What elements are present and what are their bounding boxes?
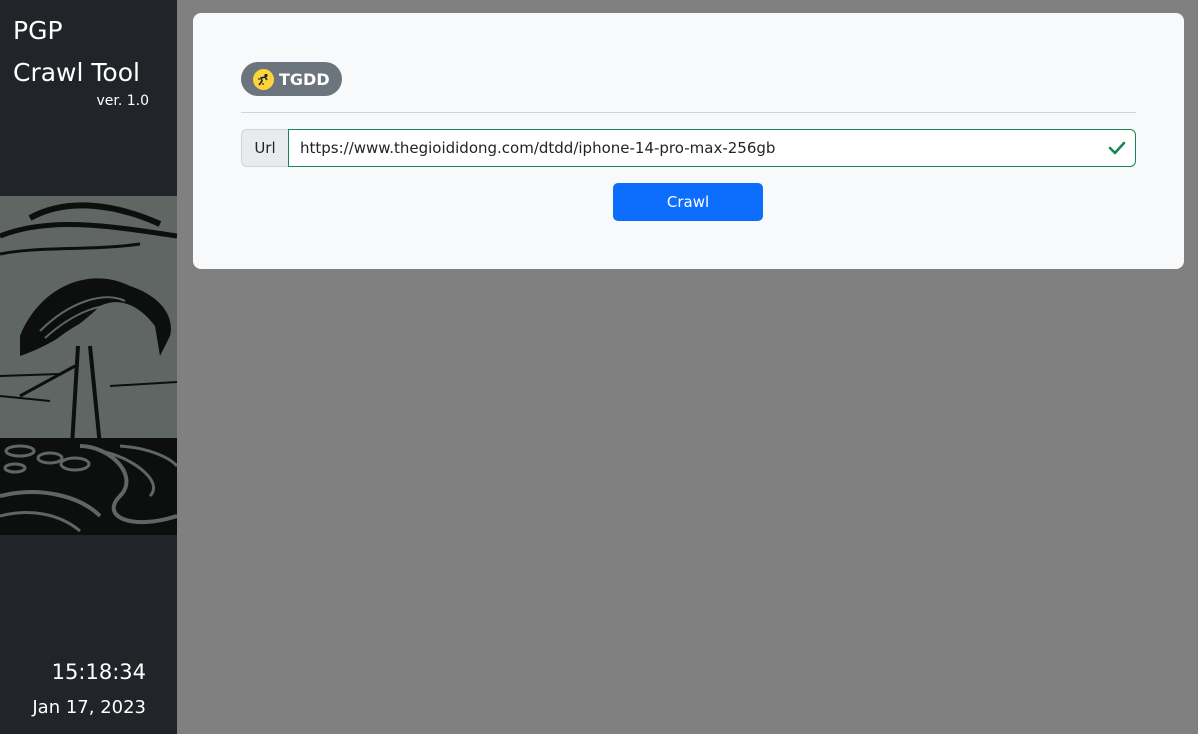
- divider: [241, 112, 1136, 113]
- clock-time: 15:18:34: [51, 660, 146, 684]
- sidebar: PGP Crawl Tool ver. 1.0 15:18:34 Jan 17,…: [0, 0, 177, 734]
- crawl-card: TGDD Url Crawl: [193, 13, 1184, 269]
- app-title: PGP Crawl Tool: [13, 16, 140, 87]
- url-input[interactable]: [288, 129, 1136, 167]
- url-prefix-label: Url: [241, 129, 288, 167]
- url-input-group: Url: [241, 129, 1136, 167]
- tgdd-logo-icon: [253, 68, 274, 90]
- heron-artwork-image: [0, 196, 177, 535]
- source-tag-label: TGDD: [279, 69, 330, 89]
- app-version: ver. 1.0: [96, 93, 149, 109]
- crawl-button[interactable]: Crawl: [613, 183, 763, 221]
- source-tag: TGDD: [241, 62, 342, 96]
- clock-date: Jan 17, 2023: [32, 697, 146, 718]
- checkmark-icon: [1108, 141, 1126, 155]
